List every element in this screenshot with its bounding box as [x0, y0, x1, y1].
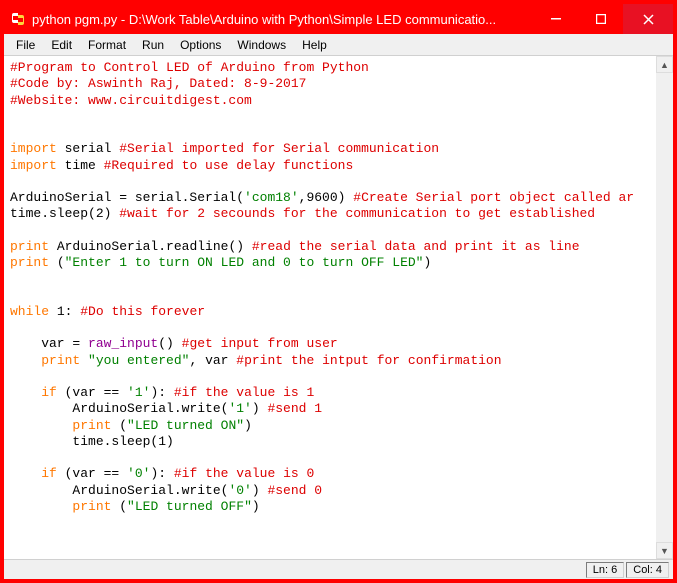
menu-format[interactable]: Format	[80, 36, 134, 54]
menu-edit[interactable]: Edit	[43, 36, 80, 54]
menu-bar: File Edit Format Run Options Windows Hel…	[4, 34, 673, 56]
window-titlebar: python pgm.py - D:\Work Table\Arduino wi…	[4, 4, 673, 34]
scroll-up-arrow-icon[interactable]: ▲	[656, 56, 673, 73]
vertical-scrollbar[interactable]: ▲ ▼	[656, 56, 673, 559]
status-bar: Ln: 6 Col: 4	[4, 559, 673, 579]
menu-help[interactable]: Help	[294, 36, 335, 54]
close-button[interactable]	[623, 4, 673, 34]
python-idle-icon	[10, 11, 26, 27]
code-editor[interactable]: #Program to Control LED of Arduino from …	[4, 56, 656, 559]
scroll-down-arrow-icon[interactable]: ▼	[656, 542, 673, 559]
status-line: Ln: 6	[586, 562, 624, 578]
menu-options[interactable]: Options	[172, 36, 229, 54]
maximize-button[interactable]	[578, 4, 623, 34]
minimize-button[interactable]	[533, 4, 578, 34]
status-column: Col: 4	[626, 562, 669, 578]
menu-windows[interactable]: Windows	[229, 36, 294, 54]
menu-run[interactable]: Run	[134, 36, 172, 54]
menu-file[interactable]: File	[8, 36, 43, 54]
window-title: python pgm.py - D:\Work Table\Arduino wi…	[32, 12, 533, 27]
scroll-track[interactable]	[656, 73, 673, 542]
